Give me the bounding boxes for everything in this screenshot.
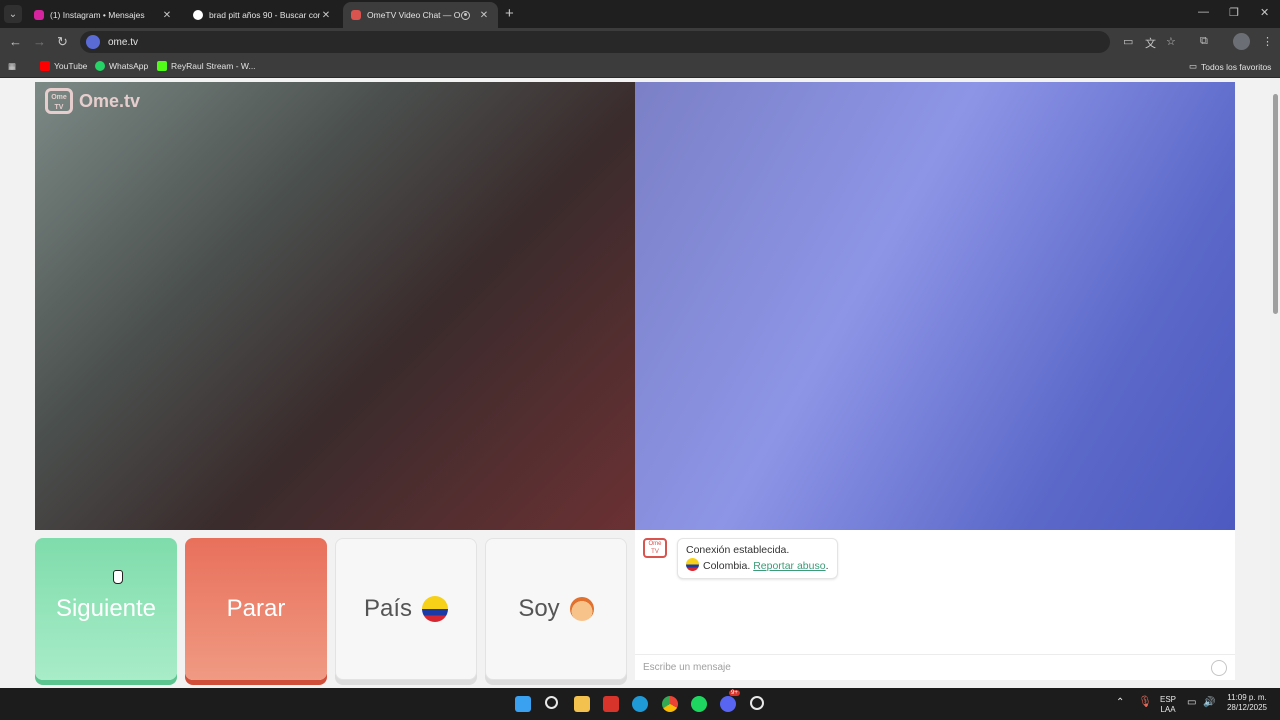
search-icon[interactable] <box>545 696 558 709</box>
tab-instagram[interactable]: (1) Instagram • Mensajes ✕ <box>26 2 181 28</box>
site-info-icon[interactable] <box>86 35 100 49</box>
language-bottom: LAA <box>1160 705 1176 714</box>
discord-icon[interactable]: 9+ <box>720 690 740 712</box>
spotify-icon[interactable] <box>691 696 707 712</box>
clock[interactable]: 11:09 p. m. 28/12/2025 <box>1222 693 1272 713</box>
report-suffix: . <box>825 560 829 572</box>
message-input[interactable]: Escribe un mensaje <box>635 654 1235 680</box>
page-scrollbar[interactable] <box>1270 78 1280 688</box>
stranger-video: Ome TV Ome.tv <box>35 82 635 530</box>
back-icon[interactable]: ← <box>9 34 22 49</box>
message-placeholder: Escribe un mensaje <box>643 662 731 673</box>
minimize-icon[interactable]: — <box>1198 6 1209 18</box>
whatsapp-icon <box>95 61 105 71</box>
country-line: Colombia. Reportar abuso. <box>686 558 829 574</box>
bookmark-label: WhatsApp <box>109 61 149 71</box>
edge-icon[interactable] <box>632 696 648 712</box>
menu-kebab-icon[interactable]: ⋮ <box>1262 35 1273 48</box>
bookmark-label: YouTube <box>54 61 88 71</box>
extensions-icon[interactable]: ⧉ <box>1200 35 1208 48</box>
tab-ometv[interactable]: OmeTV Video Chat — Ome ✕ <box>343 2 498 28</box>
clock-date: 28/12/2025 <box>1226 703 1268 712</box>
stop-button[interactable]: Parar <box>185 538 327 680</box>
self-video <box>635 82 1235 530</box>
next-button[interactable]: Siguiente <box>35 538 177 680</box>
close-icon[interactable]: ✕ <box>320 10 332 21</box>
install-app-icon[interactable]: ▭ <box>1123 35 1133 48</box>
tab-google-search[interactable]: brad pitt años 90 - Buscar con G ✕ <box>185 2 340 28</box>
address-bar[interactable]: ome.tv <box>80 31 1110 53</box>
tab-search-button[interactable]: ⌄ <box>4 5 22 23</box>
chat-panel: Ome TV Conexión establecida. Colombia. R… <box>635 530 1235 680</box>
colombia-flag-icon <box>686 558 699 571</box>
google-icon <box>193 10 203 20</box>
discord-badge: 9+ <box>729 690 740 696</box>
bookmark-kick[interactable]: ReyRaul Stream - W... <box>157 61 256 71</box>
tab-title: (1) Instagram • Mensajes <box>50 10 145 20</box>
ometv-icon <box>351 10 361 20</box>
instagram-icon <box>34 10 44 20</box>
browser-toolbar: ← → ↻ ome.tv ▭ 文 ☆ ⧉ ⋮ <box>0 28 1280 56</box>
system-message: Conexión establecida. Colombia. Reportar… <box>677 538 838 579</box>
bookmark-star-icon[interactable]: ☆ <box>1166 35 1176 48</box>
youtube-icon <box>40 61 50 71</box>
tab-strip: ⌄ (1) Instagram • Mensajes ✕ brad pitt a… <box>0 0 1280 28</box>
country-button[interactable]: País <box>335 538 477 680</box>
connection-text: Conexión establecida. <box>686 544 790 556</box>
windows-taskbar: 9+ ⌃ 🎙 ESP LAA ▭ 🔊 11:09 p. m. 28/12/202… <box>0 688 1280 720</box>
tray-chevron-icon[interactable]: ⌃ <box>1116 698 1124 708</box>
app-red-icon[interactable] <box>603 696 619 712</box>
windows-start-icon[interactable] <box>515 696 531 712</box>
bookmark-label: Todos los favoritos <box>1201 61 1272 72</box>
logo-text: Ome.tv <box>79 90 141 111</box>
forward-icon[interactable]: → <box>33 34 46 49</box>
language-top: ESP <box>1159 695 1176 704</box>
clock-time: 11:09 p. m. <box>1227 693 1267 702</box>
file-explorer-icon[interactable] <box>574 696 590 712</box>
apps-grid-icon[interactable]: ▦ <box>8 61 16 72</box>
close-icon[interactable]: ✕ <box>478 10 490 21</box>
chrome-icon[interactable] <box>662 696 678 712</box>
colombia-flag-icon <box>422 596 449 622</box>
tab-title: OmeTV Video Chat — Ome <box>367 10 461 20</box>
gender-label: Soy <box>518 595 560 622</box>
next-label: Siguiente <box>55 595 157 622</box>
network-icon[interactable]: ▭ <box>1187 698 1196 708</box>
app-circle-icon[interactable] <box>750 696 764 710</box>
url-text: ome.tv <box>108 36 139 48</box>
emoji-icon[interactable] <box>1211 660 1227 676</box>
ometv-logo: Ome TV Ome.tv <box>45 88 140 114</box>
tv-logo-icon: Ome TV <box>45 88 73 114</box>
tab-title: brad pitt años 90 - Buscar con G <box>209 10 320 20</box>
ometv-chat-icon: Ome TV <box>643 538 667 558</box>
country-name: Colombia. <box>703 560 751 572</box>
new-tab-button[interactable]: + <box>505 5 514 22</box>
window-close-icon[interactable]: ✕ <box>1260 6 1269 19</box>
bookmarks-bar: ▦ YouTube WhatsApp ReyRaul Stream - W...… <box>0 56 1280 78</box>
close-icon[interactable]: ✕ <box>161 10 173 21</box>
stop-label: Parar <box>226 595 286 622</box>
reload-icon[interactable]: ↻ <box>57 34 68 50</box>
country-label: País <box>363 595 413 622</box>
hand-cursor-icon <box>113 570 123 584</box>
language-indicator[interactable]: ESP LAA <box>1158 695 1178 715</box>
report-abuse-link[interactable]: Reportar abuso <box>753 560 825 572</box>
recording-icon <box>461 10 470 20</box>
all-bookmarks-folder[interactable]: ▭ Todos los favoritos <box>1189 61 1271 72</box>
bookmark-youtube[interactable]: YouTube <box>40 61 87 71</box>
profile-avatar[interactable] <box>1233 33 1250 50</box>
scrollbar-thumb[interactable] <box>1273 94 1278 314</box>
boy-emoji-icon <box>569 597 594 621</box>
microphone-icon[interactable]: 🎙 <box>1138 697 1152 708</box>
volume-icon[interactable]: 🔊 <box>1203 698 1215 708</box>
restore-icon[interactable]: ❐ <box>1229 6 1239 19</box>
translate-icon[interactable]: 文 <box>1145 35 1156 51</box>
bookmark-whatsapp[interactable]: WhatsApp <box>95 61 148 71</box>
kick-icon <box>157 61 167 71</box>
gender-button[interactable]: Soy <box>485 538 627 680</box>
bookmark-label: ReyRaul Stream - W... <box>171 61 256 71</box>
folder-icon: ▭ <box>1189 61 1198 71</box>
